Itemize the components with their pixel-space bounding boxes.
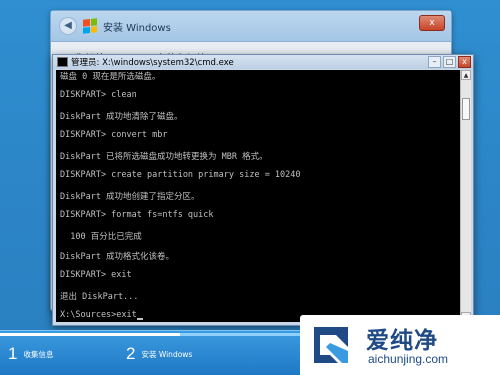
progress-track bbox=[0, 333, 300, 336]
console-line: DiskPart 成功地清除了磁盘。 bbox=[60, 112, 183, 122]
console-line: 磁盘 0 现在是所选磁盘。 bbox=[60, 72, 161, 82]
console-line: 退出 DiskPart... bbox=[60, 292, 139, 302]
cmd-titlebar[interactable]: 管理员: X:\windows\system32\cmd.exe – □ x bbox=[53, 55, 473, 69]
back-arrow-icon[interactable]: ◀ bbox=[59, 17, 77, 35]
console-line: DISKPART> exit bbox=[60, 270, 132, 280]
cmd-icon bbox=[57, 57, 68, 67]
console-line: DiskPart 成功格式化该卷。 bbox=[60, 252, 175, 262]
vertical-scrollbar[interactable]: ▲ ▼ bbox=[460, 70, 471, 322]
console-line: DISKPART> clean bbox=[60, 90, 137, 100]
windows-logo-icon bbox=[83, 18, 97, 34]
step-number: 1 bbox=[8, 344, 18, 363]
watermark-logo-icon bbox=[314, 327, 348, 363]
console-line: DiskPart 已将所选磁盘成功地转更换为 MBR 格式。 bbox=[60, 152, 268, 162]
close-button[interactable]: x bbox=[458, 56, 471, 68]
watermark-url: aichunjing.com bbox=[368, 352, 449, 366]
console-line: 100 百分比已完成 bbox=[60, 232, 142, 242]
step-label: 安装 Windows bbox=[141, 349, 193, 359]
setup-titlebar: ◀ 安装 Windows x bbox=[51, 11, 451, 42]
scroll-thumb[interactable] bbox=[462, 98, 470, 120]
console-line: DISKPART> convert mbr bbox=[60, 130, 168, 140]
prompt-text: X:\Sources>exit bbox=[60, 310, 137, 320]
scroll-up-arrow-icon[interactable]: ▲ bbox=[461, 70, 471, 80]
console-line: DISKPART> create partition primary size … bbox=[60, 170, 301, 180]
minimize-button[interactable]: – bbox=[428, 56, 441, 68]
cmd-window[interactable]: 管理员: X:\windows\system32\cmd.exe – □ x 磁… bbox=[52, 54, 474, 326]
step-collect-info: 1 收集信息 bbox=[8, 344, 53, 364]
maximize-button[interactable]: □ bbox=[443, 56, 456, 68]
setup-close-button[interactable]: x bbox=[419, 15, 445, 31]
console-line: DiskPart 成功地创建了指定分区。 bbox=[60, 192, 200, 202]
setup-title: 安装 Windows bbox=[103, 22, 171, 34]
watermark: 爱纯净 aichunjing.com bbox=[300, 315, 500, 375]
watermark-name: 爱纯净 bbox=[366, 328, 438, 354]
cmd-title: 管理员: X:\windows\system32\cmd.exe bbox=[71, 58, 234, 68]
cursor bbox=[136, 318, 143, 320]
step-install-windows: 2 安装 Windows bbox=[126, 344, 192, 364]
progress-fill bbox=[0, 333, 180, 336]
prompt-line: X:\Sources>exit bbox=[60, 310, 143, 320]
window-controls: – □ x bbox=[428, 56, 471, 68]
step-number: 2 bbox=[126, 344, 136, 363]
console-output[interactable]: 磁盘 0 现在是所选磁盘。 DISKPART> clean DiskPart 成… bbox=[56, 70, 460, 322]
console-line: DISKPART> format fs=ntfs quick bbox=[60, 210, 214, 220]
step-label: 收集信息 bbox=[23, 349, 54, 359]
